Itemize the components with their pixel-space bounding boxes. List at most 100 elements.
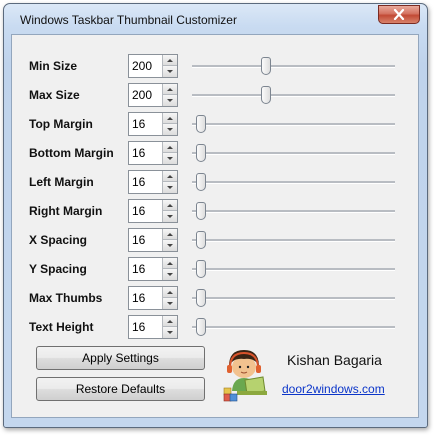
setting-value[interactable]: 200 xyxy=(132,59,152,73)
setting-spinner[interactable]: 16 xyxy=(128,286,178,310)
website-link[interactable]: door2windows.com xyxy=(282,382,385,396)
slider-thumb[interactable] xyxy=(195,202,206,220)
slider-track[interactable] xyxy=(192,239,395,242)
slider-thumb[interactable] xyxy=(195,115,206,133)
slider-track[interactable] xyxy=(192,65,395,68)
slider-thumb[interactable] xyxy=(195,231,206,249)
setting-value[interactable]: 16 xyxy=(132,175,145,189)
spinner-buttons xyxy=(162,84,177,106)
spin-down-button[interactable] xyxy=(163,211,177,222)
spinner-buttons xyxy=(162,55,177,77)
spinner-buttons xyxy=(162,171,177,193)
slider-thumb[interactable] xyxy=(261,86,272,104)
setting-spinner[interactable]: 16 xyxy=(128,315,178,339)
setting-label: Y Spacing xyxy=(29,262,87,276)
slider-track[interactable] xyxy=(192,210,395,213)
setting-spinner[interactable]: 16 xyxy=(128,112,178,136)
spin-up-button[interactable] xyxy=(163,142,177,153)
spin-down-button[interactable] xyxy=(163,66,177,77)
spin-down-button[interactable] xyxy=(163,153,177,164)
setting-row: Left Margin 16 xyxy=(12,170,418,194)
setting-spinner[interactable]: 16 xyxy=(128,228,178,252)
slider-thumb[interactable] xyxy=(195,260,206,278)
slider-track[interactable] xyxy=(192,297,395,300)
spin-up-button[interactable] xyxy=(163,316,177,327)
arrow-up-icon xyxy=(167,290,173,294)
setting-value[interactable]: 16 xyxy=(132,291,145,305)
spin-down-button[interactable] xyxy=(163,240,177,251)
spin-up-button[interactable] xyxy=(163,84,177,95)
arrow-down-icon xyxy=(167,215,173,218)
spin-down-button[interactable] xyxy=(163,95,177,106)
setting-spinner[interactable]: 16 xyxy=(128,170,178,194)
slider-track[interactable] xyxy=(192,123,395,126)
arrow-up-icon xyxy=(167,87,173,91)
setting-value[interactable]: 200 xyxy=(132,88,152,102)
arrow-up-icon xyxy=(167,145,173,149)
slider-thumb[interactable] xyxy=(195,173,206,191)
spin-down-button[interactable] xyxy=(163,298,177,309)
setting-value[interactable]: 16 xyxy=(132,233,145,247)
client-area: Min Size 200 Max Size 200 Top Margin 16 Bottom… xyxy=(11,34,419,418)
spinner-buttons xyxy=(162,200,177,222)
setting-spinner[interactable]: 200 xyxy=(128,83,178,107)
spin-up-button[interactable] xyxy=(163,200,177,211)
setting-value[interactable]: 16 xyxy=(132,146,145,160)
spin-down-button[interactable] xyxy=(163,327,177,338)
arrow-down-icon xyxy=(167,128,173,131)
setting-label: Bottom Margin xyxy=(29,146,114,160)
arrow-up-icon xyxy=(167,116,173,120)
restore-defaults-button[interactable]: Restore Defaults xyxy=(36,377,205,401)
slider-thumb[interactable] xyxy=(195,144,206,162)
app-window: Windows Taskbar Thumbnail Customizer Min… xyxy=(3,3,428,428)
setting-label: Min Size xyxy=(29,59,78,73)
setting-label: Max Thumbs xyxy=(29,291,103,305)
spin-up-button[interactable] xyxy=(163,55,177,66)
setting-value[interactable]: 16 xyxy=(132,320,145,334)
arrow-down-icon xyxy=(167,70,173,73)
arrow-down-icon xyxy=(167,157,173,160)
spin-down-button[interactable] xyxy=(163,124,177,135)
spin-down-button[interactable] xyxy=(163,269,177,280)
arrow-up-icon xyxy=(167,319,173,323)
setting-spinner[interactable]: 200 xyxy=(128,54,178,78)
setting-row: Y Spacing 16 xyxy=(12,257,418,281)
setting-row: Max Size 200 xyxy=(12,83,418,107)
slider-thumb[interactable] xyxy=(195,289,206,307)
spin-up-button[interactable] xyxy=(163,229,177,240)
slider-track[interactable] xyxy=(192,94,395,97)
close-button[interactable] xyxy=(378,5,420,24)
spin-up-button[interactable] xyxy=(163,171,177,182)
slider-track[interactable] xyxy=(192,152,395,155)
setting-label: Left Margin xyxy=(29,175,94,189)
slider-track[interactable] xyxy=(192,181,395,184)
setting-value[interactable]: 16 xyxy=(132,117,145,131)
arrow-up-icon xyxy=(167,203,173,207)
setting-spinner[interactable]: 16 xyxy=(128,141,178,165)
setting-label: Right Margin xyxy=(29,204,103,218)
arrow-up-icon xyxy=(167,174,173,178)
slider-thumb[interactable] xyxy=(195,318,206,336)
setting-row: Text Height 16 xyxy=(12,315,418,339)
arrow-up-icon xyxy=(167,232,173,236)
spin-up-button[interactable] xyxy=(163,258,177,269)
arrow-down-icon xyxy=(167,273,173,276)
setting-label: Text Height xyxy=(29,320,94,334)
spin-up-button[interactable] xyxy=(163,287,177,298)
slider-thumb[interactable] xyxy=(261,57,272,75)
title-bar[interactable]: Windows Taskbar Thumbnail Customizer xyxy=(4,4,427,34)
arrow-down-icon xyxy=(167,186,173,189)
apply-settings-button[interactable]: Apply Settings xyxy=(36,346,205,370)
setting-value[interactable]: 16 xyxy=(132,262,145,276)
setting-spinner[interactable]: 16 xyxy=(128,199,178,223)
arrow-down-icon xyxy=(167,302,173,305)
setting-value[interactable]: 16 xyxy=(132,204,145,218)
spin-up-button[interactable] xyxy=(163,113,177,124)
setting-row: Bottom Margin 16 xyxy=(12,141,418,165)
spin-down-button[interactable] xyxy=(163,182,177,193)
arrow-up-icon xyxy=(167,261,173,265)
setting-spinner[interactable]: 16 xyxy=(128,257,178,281)
slider-track[interactable] xyxy=(192,268,395,271)
slider-track[interactable] xyxy=(192,326,395,329)
setting-row: Right Margin 16 xyxy=(12,199,418,223)
